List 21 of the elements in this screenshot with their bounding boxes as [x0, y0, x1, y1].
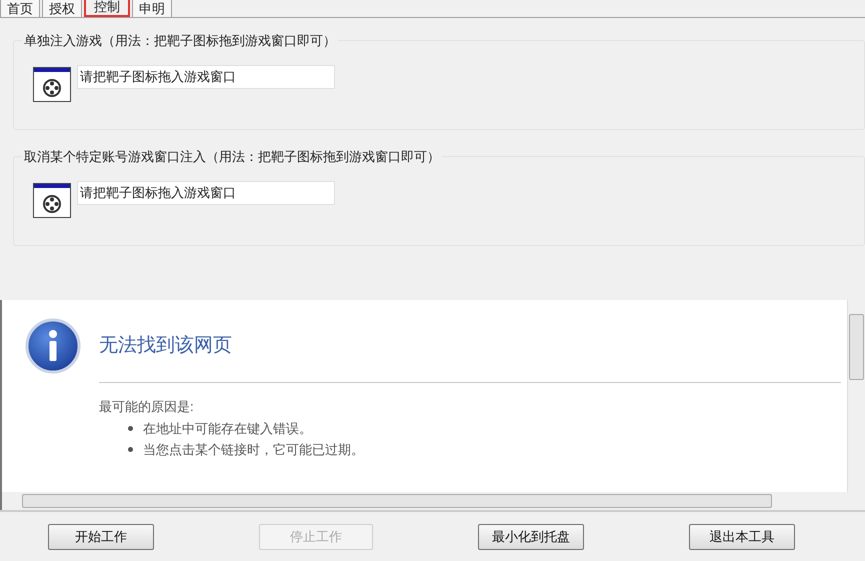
error-intro: 最可能的原因是:: [99, 398, 195, 416]
horizontal-scrollbar[interactable]: [2, 492, 865, 510]
reason-text: 当您点击某个链接时，它可能已过期。: [143, 441, 364, 459]
group-label: 取消某个特定账号游戏窗口注入（用法：把靶子图标拖到游戏窗口即可）: [22, 147, 442, 166]
info-icon: [25, 318, 81, 374]
bullet-icon: [128, 426, 133, 431]
error-title: 无法找到该网页: [99, 334, 232, 358]
target-window-icon[interactable]: [33, 67, 71, 102]
input-field[interactable]: 请把靶子图标拖入游戏窗口: [77, 65, 335, 89]
tab[interactable]: 首页: [0, 0, 40, 17]
reason-text: 在地址中可能存在键入错误。: [143, 420, 312, 438]
group-label: 单独注入游戏（用法：把靶子图标拖到游戏窗口即可）: [22, 31, 338, 50]
target-window-icon[interactable]: [33, 183, 71, 218]
action-button[interactable]: 退出本工具: [689, 524, 795, 550]
action-button[interactable]: 最小化到托盘: [478, 524, 584, 550]
bullet-icon: [128, 447, 133, 452]
tab[interactable]: 控制: [84, 0, 130, 17]
tab[interactable]: 申明: [132, 0, 172, 17]
tab[interactable]: 授权: [42, 0, 82, 17]
input-field[interactable]: 请把靶子图标拖入游戏窗口: [77, 181, 335, 205]
action-button[interactable]: 开始工作: [48, 524, 154, 550]
